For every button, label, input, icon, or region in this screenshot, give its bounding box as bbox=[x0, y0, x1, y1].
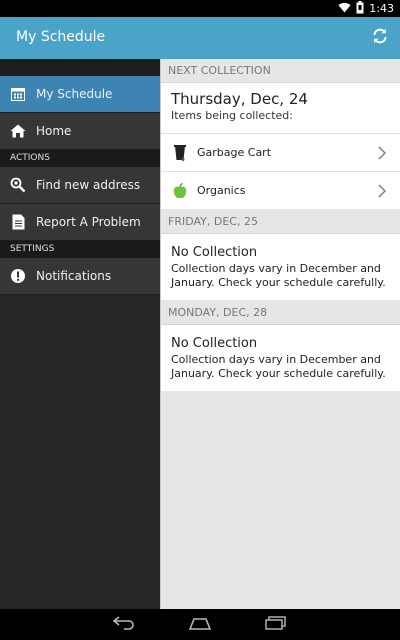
drawer-item-report-a-problem[interactable]: Report A Problem bbox=[0, 204, 160, 241]
wifi-icon bbox=[338, 2, 351, 16]
system-nav-bar bbox=[0, 609, 400, 640]
drawer-top-spacer bbox=[0, 59, 160, 76]
no-collection-text: Collection days vary in December and Jan… bbox=[171, 262, 386, 289]
collection-subtitle: Items being collected: bbox=[171, 109, 293, 122]
alert-icon bbox=[10, 268, 26, 284]
navigation-drawer: My Schedule Home ACTIONS Find new addres… bbox=[0, 59, 160, 609]
no-collection-title: No Collection bbox=[171, 245, 258, 260]
back-button[interactable] bbox=[108, 615, 140, 635]
card-head: Thursday, Dec, 24 Items being collected: bbox=[161, 83, 400, 133]
list-item-organics[interactable]: Organics bbox=[161, 171, 400, 209]
collection-date: Thursday, Dec, 24 bbox=[171, 90, 308, 108]
no-collection-card: No Collection Collection days vary in De… bbox=[161, 325, 400, 391]
calendar-icon bbox=[10, 86, 26, 102]
refresh-icon bbox=[371, 27, 389, 49]
no-collection-title: No Collection bbox=[171, 336, 258, 351]
schedule-content: NEXT COLLECTION Thursday, Dec, 24 Items … bbox=[160, 59, 400, 609]
home-nav-icon bbox=[187, 615, 213, 634]
report-icon bbox=[10, 214, 26, 230]
refresh-button[interactable] bbox=[368, 26, 392, 50]
section-header-friday: FRIDAY, DEC, 25 bbox=[161, 210, 400, 234]
back-icon bbox=[112, 615, 136, 634]
no-collection-card: No Collection Collection days vary in De… bbox=[161, 234, 400, 300]
drawer-item-label: My Schedule bbox=[36, 87, 113, 101]
drawer-item-label: Find new address bbox=[36, 178, 141, 192]
drawer-item-notifications[interactable]: Notifications bbox=[0, 258, 160, 295]
section-header-monday: MONDAY, DEC, 28 bbox=[161, 301, 400, 325]
status-icons: 1:43 bbox=[338, 0, 394, 17]
home-icon bbox=[10, 123, 26, 139]
chevron-right-icon bbox=[376, 145, 388, 160]
apple-icon bbox=[173, 182, 187, 199]
drawer-section-settings: SETTINGS bbox=[0, 241, 160, 258]
garbage-cart-icon bbox=[173, 144, 187, 161]
list-item-label: Garbage Cart bbox=[197, 146, 272, 159]
drawer-section-actions: ACTIONS bbox=[0, 150, 160, 167]
action-bar: My Schedule bbox=[0, 17, 400, 59]
drawer-item-label: Home bbox=[36, 124, 72, 138]
status-time: 1:43 bbox=[369, 2, 394, 15]
next-collection-card: Thursday, Dec, 24 Items being collected:… bbox=[161, 83, 400, 209]
drawer-item-find-new-address[interactable]: Find new address bbox=[0, 167, 160, 204]
app-title: My Schedule bbox=[16, 29, 106, 45]
search-address-icon bbox=[10, 177, 26, 193]
recents-icon bbox=[264, 615, 288, 634]
list-item-label: Organics bbox=[197, 184, 246, 197]
drawer-item-home[interactable]: Home bbox=[0, 113, 160, 150]
drawer-item-label: Notifications bbox=[36, 269, 112, 283]
drawer-item-my-schedule[interactable]: My Schedule bbox=[0, 76, 160, 113]
recents-button[interactable] bbox=[260, 615, 292, 635]
home-nav-button[interactable] bbox=[184, 615, 216, 635]
list-item-garbage-cart[interactable]: Garbage Cart bbox=[161, 133, 400, 171]
battery-icon bbox=[356, 0, 364, 17]
chevron-right-icon bbox=[376, 183, 388, 198]
no-collection-text: Collection days vary in December and Jan… bbox=[171, 353, 386, 380]
section-header-next-collection: NEXT COLLECTION bbox=[161, 59, 400, 83]
status-bar: 1:43 bbox=[0, 0, 400, 17]
drawer-item-label: Report A Problem bbox=[36, 215, 141, 229]
